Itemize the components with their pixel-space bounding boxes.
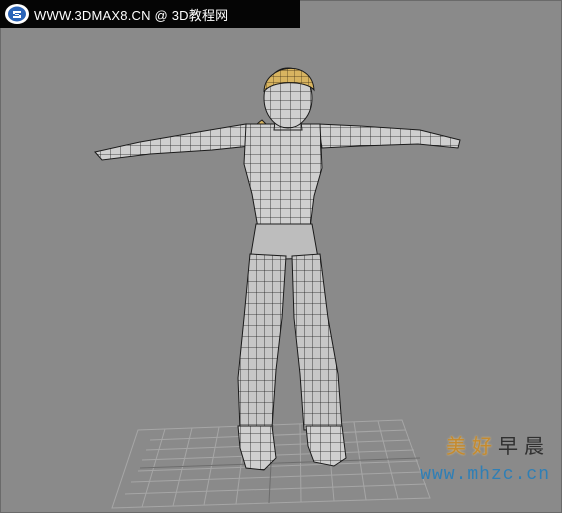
left-leg: [237, 253, 287, 431]
right-arm: [317, 123, 461, 149]
site-banner: WWW.3DMAX8.CN @ 3D教程网: [0, 0, 300, 28]
watermark: 美好早晨 www.mhzc.cn: [390, 430, 550, 485]
watermark-title-part1: 美好: [446, 434, 498, 458]
character-model[interactable]: [94, 67, 461, 471]
3dmax8-logo-icon: [4, 3, 30, 25]
app-window: 美好早晨 www.mhzc.cn WWW.3DMAX8.CN @ 3D教程网: [0, 0, 562, 513]
watermark-title: 美好早晨: [390, 430, 550, 459]
right-boot: [305, 425, 347, 467]
watermark-title-part2: 早晨: [498, 434, 550, 458]
watermark-url: www.mhzc.cn: [420, 465, 550, 485]
banner-text: WWW.3DMAX8.CN @ 3D教程网: [34, 7, 229, 23]
torso: [243, 123, 323, 229]
right-leg: [291, 253, 343, 431]
3d-viewport[interactable]: 美好早晨 www.mhzc.cn: [0, 28, 562, 513]
left-arm: [94, 123, 251, 161]
left-boot: [237, 425, 277, 471]
